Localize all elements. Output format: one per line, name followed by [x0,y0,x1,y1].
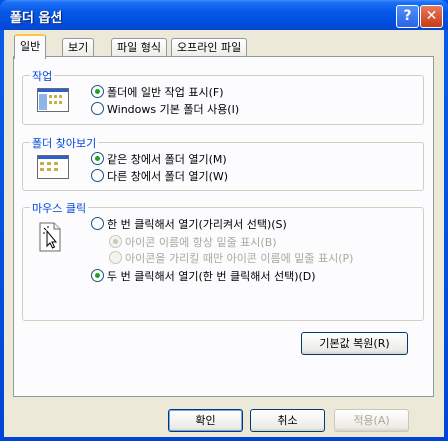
radio-dot [91,85,104,98]
radio-label: 다른 창에서 폴더 열기(W) [107,170,229,183]
pointer-click-icon [39,222,61,252]
browse-folder-window-icon [37,155,69,179]
radio-label: 같은 창에서 폴더 열기(M) [107,153,227,166]
tasks-group-title: 작업 [30,68,55,84]
radio-dot [91,269,104,282]
ok-button[interactable]: 확인 [168,409,243,432]
classic-folders-radio[interactable]: Windows 기본 폴더 사용(I) [91,101,240,116]
radio-label: Windows 기본 폴더 사용(I) [107,103,240,116]
dialog-client: 일반 보기 파일 형식 오프라인 파일 작업 폴더에 일반 작업 표시(F) W… [4,30,444,437]
double-click-open-radio[interactable]: 두 번 클릭해서 열기(한 번 클릭해서 선택)(D) [91,268,316,283]
radio-dot [91,169,104,182]
apply-button[interactable]: 적용(A) [334,409,409,432]
show-common-tasks-radio[interactable]: 폴더에 일반 작업 표시(F) [91,84,224,99]
radio-label: 한 번 클릭해서 열기(가리켜서 선택)(S) [107,218,287,231]
radio-label: 두 번 클릭해서 열기(한 번 클릭해서 선택)(D) [107,270,316,283]
folder-options-window: 폴더 옵션 ? ✕ 일반 보기 파일 형식 오프라인 파일 작업 폴더에 일반 … [0,0,448,441]
radio-label: 아이콘 이름에 항상 밑줄 표시(B) [125,236,277,249]
restore-defaults-button[interactable]: 기본값 복원(R) [301,332,408,355]
window-title: 폴더 옵션 [10,11,63,26]
radio-label: 아이콘을 가리킬 때만 아이콘 이름에 밑줄 표시(P) [125,252,354,265]
tab-view[interactable]: 보기 [62,38,95,57]
radio-dot [109,235,122,248]
open-new-window-radio[interactable]: 다른 창에서 폴더 열기(W) [91,168,229,183]
browse-group-title: 폴더 찾아보기 [30,135,99,151]
single-click-open-radio[interactable]: 한 번 클릭해서 열기(가리켜서 선택)(S) [91,216,287,231]
browse-folders-group: 폴더 찾아보기 같은 창에서 폴더 열기(M) 다른 창에서 폴더 열기(W) [22,135,424,191]
radio-dot [91,217,104,230]
tasks-group: 작업 폴더에 일반 작업 표시(F) Windows 기본 폴더 사용(I) [22,68,424,125]
radio-dot [91,102,104,115]
tab-offline-files[interactable]: 오프라인 파일 [171,38,248,57]
mouse-click-group-title: 마우스 클릭 [30,200,89,216]
title-bar[interactable]: 폴더 옵션 ? ✕ [0,0,448,30]
underline-on-hover-radio[interactable]: 아이콘을 가리킬 때만 아이콘 이름에 밑줄 표시(P) [109,250,354,265]
underline-always-radio[interactable]: 아이콘 이름에 항상 밑줄 표시(B) [109,234,277,249]
mouse-click-group: 마우스 클릭 한 번 클릭해서 열기(가리켜서 선택)(S) 아이콘 이름에 항… [22,200,424,321]
tab-panel-general: 작업 폴더에 일반 작업 표시(F) Windows 기본 폴더 사용(I) 폴… [13,56,434,397]
open-same-window-radio[interactable]: 같은 창에서 폴더 열기(M) [91,151,227,166]
radio-dot [91,152,104,165]
radio-dot [109,251,122,264]
cancel-button[interactable]: 취소 [250,409,325,432]
help-button[interactable]: ? [396,5,419,28]
radio-label: 폴더에 일반 작업 표시(F) [107,86,224,99]
tab-file-types[interactable]: 파일 형식 [111,38,167,57]
close-button[interactable]: ✕ [420,5,443,28]
task-pane-folder-icon [37,88,69,112]
tab-general[interactable]: 일반 [14,34,47,59]
